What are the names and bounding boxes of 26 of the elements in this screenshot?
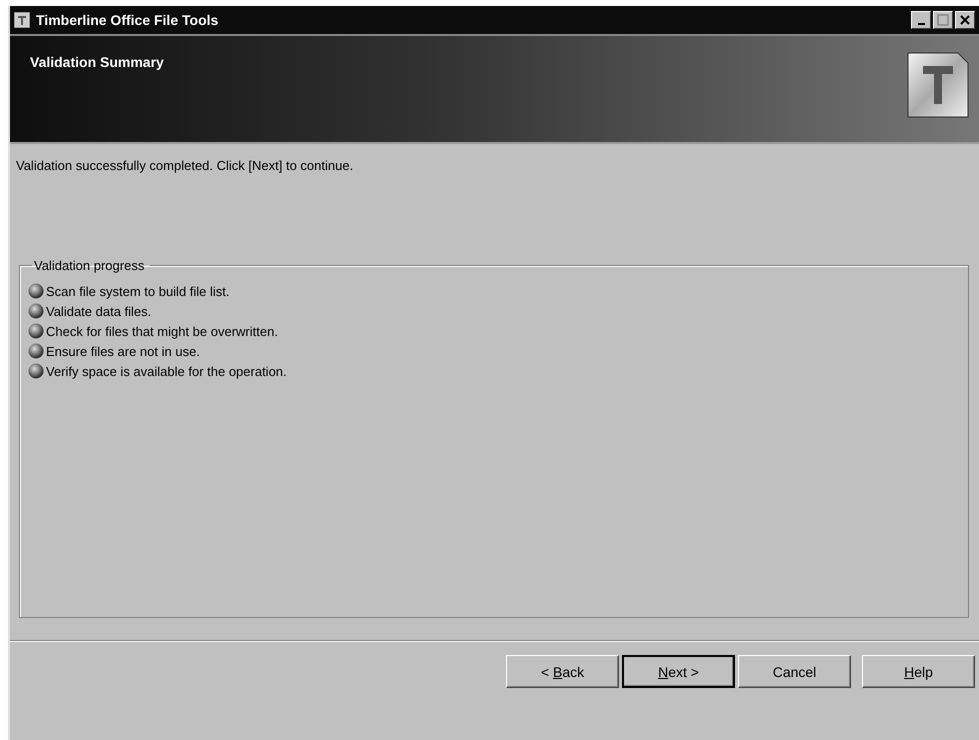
window-title: Timberline Office File Tools xyxy=(36,12,220,28)
dialog-button[interactable]: Help xyxy=(862,655,975,688)
page-title: Validation Summary xyxy=(30,54,164,72)
minimize-button[interactable] xyxy=(911,11,931,29)
status-message: Validation successfully completed. Click [Next] to continue. xyxy=(16,158,354,173)
maximize-icon xyxy=(937,14,949,26)
dialog-button[interactable]: < Back xyxy=(506,655,619,688)
dialog-button[interactable]: Cancel xyxy=(738,655,851,688)
app-icon xyxy=(14,12,30,28)
status-ball-icon xyxy=(28,343,44,359)
status-ball-icon xyxy=(28,283,44,299)
step-text: Ensure files are not in use. xyxy=(46,344,200,358)
status-ball-icon xyxy=(28,303,44,319)
step-text: Check for files that might be overwritten. xyxy=(46,324,278,338)
close-icon xyxy=(960,15,970,25)
step-text: Scan file system to build file list. xyxy=(46,284,230,298)
step-text: Verify space is available for the operation. xyxy=(46,364,287,378)
dialog-button[interactable]: Next > xyxy=(622,655,735,688)
maximize-button[interactable] xyxy=(933,11,953,29)
status-ball-icon xyxy=(28,323,44,339)
group-label: Validation progress xyxy=(33,258,146,273)
minimize-icon xyxy=(918,23,924,25)
close-button[interactable] xyxy=(955,11,975,29)
logo-icon xyxy=(907,52,969,118)
status-ball-icon xyxy=(28,363,44,379)
step-text: Validate data files. xyxy=(46,304,152,318)
